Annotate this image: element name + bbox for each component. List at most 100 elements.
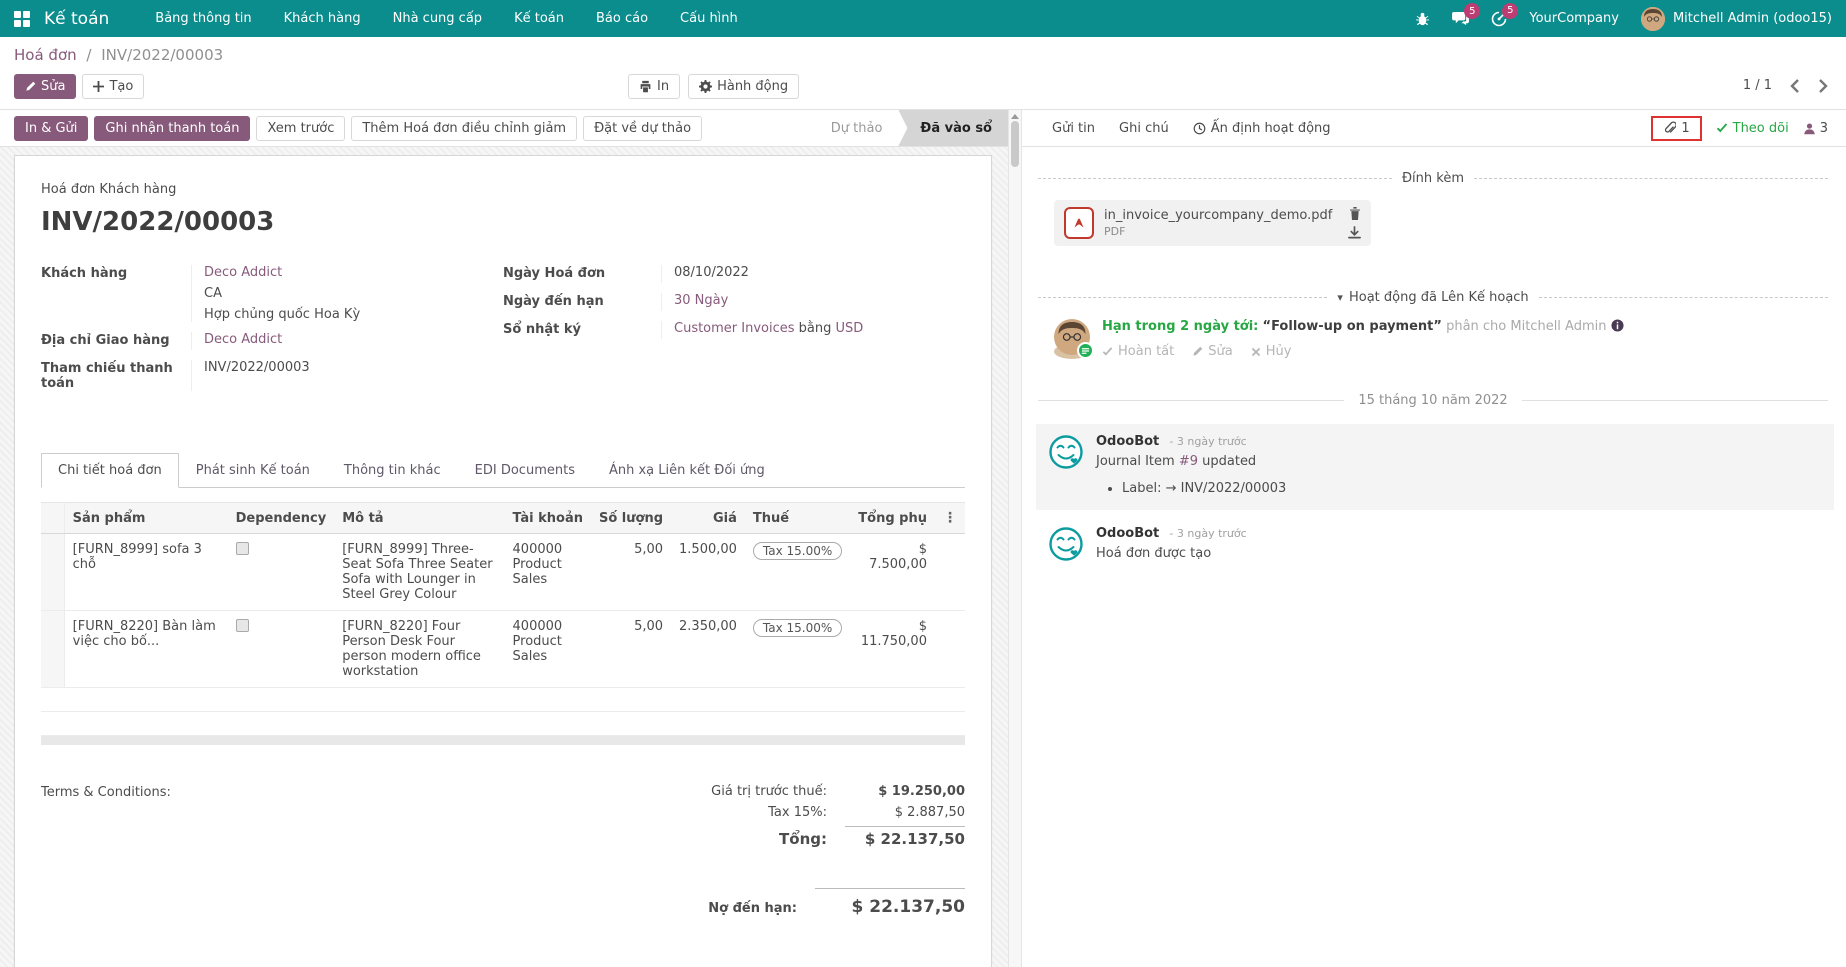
check-icon	[1716, 123, 1728, 134]
due-date-label: Ngày đến hạn	[503, 293, 661, 311]
activity-cancel-button[interactable]: Hủy	[1251, 344, 1292, 359]
nav-menu-item[interactable]: Báo cáo	[580, 0, 664, 37]
nav-menu-item[interactable]: Khách hàng	[268, 0, 377, 37]
activity-edit-button[interactable]: Sửa	[1192, 344, 1232, 359]
followers-button[interactable]: 3	[1803, 121, 1828, 136]
follow-button[interactable]: Theo dõi	[1716, 121, 1789, 136]
customer-label: Khách hàng	[41, 265, 191, 322]
journal-link[interactable]: Customer Invoices	[674, 321, 795, 336]
app-name[interactable]: Kế toán	[44, 9, 109, 29]
cell-dependency	[228, 534, 335, 611]
form-scrollbar[interactable]	[1008, 110, 1022, 967]
top-navbar: Kế toán Bảng thông tinKhách hàngNhà cung…	[0, 0, 1846, 37]
cell-quantity: 5,00	[591, 611, 671, 688]
attachment-filename[interactable]: in_invoice_yourcompany_demo.pdf	[1104, 208, 1332, 223]
cell-quantity: 5,00	[591, 534, 671, 611]
date-divider: 15 tháng 10 năm 2022	[1038, 393, 1828, 408]
optional-columns-icon[interactable]: ⋮	[943, 510, 957, 526]
untaxed-value: $ 19.250,00	[845, 784, 965, 799]
statusbar-button[interactable]: Ghi nhận thanh toán	[94, 116, 250, 141]
message-author[interactable]: OdooBot	[1096, 434, 1159, 449]
clock-icon	[1193, 122, 1206, 135]
messages-badge: 5	[1464, 3, 1480, 19]
action-button[interactable]: Hành động	[688, 74, 799, 99]
statusbar-button[interactable]: In & Gửi	[14, 116, 88, 141]
messages-icon[interactable]: 5	[1452, 11, 1469, 26]
attachment-type: PDF	[1104, 225, 1332, 238]
customer-country: Hợp chủng quốc Hoa Kỳ	[204, 307, 503, 322]
user-name: Mitchell Admin (odoo15)	[1673, 11, 1832, 26]
statusbar-button[interactable]: Xem trước	[256, 116, 345, 141]
chatter-panel: Gửi tin Ghi chú Ấn định hoạt động 1 Theo…	[1022, 110, 1846, 967]
nav-menu-item[interactable]: Bảng thông tin	[139, 0, 267, 37]
message: OdooBot - 3 ngày trước Journal Item #9 u…	[1036, 424, 1834, 510]
cell-price: 1.500,00	[671, 534, 745, 611]
statusbar-button[interactable]: Thêm Hoá đơn điều chỉnh giảm	[351, 116, 577, 141]
invoice-date-label: Ngày Hoá đơn	[503, 265, 661, 283]
log-note-button[interactable]: Ghi chú	[1109, 117, 1179, 140]
nav-menu-item[interactable]: Cấu hình	[664, 0, 754, 37]
print-button[interactable]: In	[628, 74, 680, 99]
journal-item-link[interactable]: #9	[1179, 454, 1198, 469]
tab-4[interactable]: Ánh xạ Liên kết Đối ứng	[592, 453, 782, 488]
tab-0[interactable]: Chi tiết hoá đơn	[41, 453, 179, 488]
message-tracking-value: Label: → INV/2022/00003	[1122, 481, 1286, 496]
invoice-date-value: 08/10/2022	[661, 265, 965, 283]
col-account: Tài khoản	[505, 503, 591, 534]
customer-link[interactable]: Deco Addict	[204, 265, 282, 280]
pdf-file-icon	[1064, 207, 1094, 239]
activity-done-button[interactable]: Hoàn tất	[1102, 344, 1174, 359]
delete-attachment-icon[interactable]	[1349, 207, 1361, 220]
col-quantity: Số lượng	[591, 503, 671, 534]
dependency-checkbox[interactable]	[236, 542, 249, 555]
close-icon	[1251, 347, 1261, 357]
delivery-address-link[interactable]: Deco Addict	[204, 332, 282, 347]
tab-1[interactable]: Phát sinh Kế toán	[179, 453, 327, 488]
payment-reference-value: INV/2022/00003	[191, 360, 503, 391]
edit-button[interactable]: Sửa	[14, 74, 76, 99]
total-label: Tổng:	[779, 830, 827, 848]
attachment-card[interactable]: in_invoice_yourcompany_demo.pdf PDF	[1054, 200, 1371, 246]
nav-menu-item[interactable]: Nhà cung cấp	[377, 0, 498, 37]
apps-grid-icon[interactable]	[14, 11, 30, 27]
cell-product: [FURN_8220] Bàn làm việc cho bố...	[64, 611, 228, 688]
attachments-section-title: Đính kèm	[1038, 171, 1828, 186]
activity-info-icon[interactable]	[1611, 319, 1624, 332]
send-message-button[interactable]: Gửi tin	[1042, 117, 1105, 140]
scrollbar-up-icon[interactable]	[1011, 114, 1019, 119]
message-body: Hoá đơn được tạo	[1096, 546, 1247, 561]
nav-menu-item[interactable]: Kế toán	[498, 0, 580, 37]
create-button[interactable]: Tạo	[82, 74, 144, 99]
message-author[interactable]: OdooBot	[1096, 526, 1159, 541]
col-description: Mô tả	[334, 503, 504, 534]
cell-product: [FURN_8999] sofa 3 chỗ	[64, 534, 228, 611]
currency-link[interactable]: USD	[836, 321, 864, 336]
col-tax: Thuế	[745, 503, 850, 534]
attachments-button[interactable]: 1	[1651, 116, 1701, 141]
dependency-checkbox[interactable]	[236, 619, 249, 632]
activity-assigned: phân cho Mitchell Admin	[1446, 319, 1606, 334]
activities-icon[interactable]: 5	[1491, 11, 1507, 27]
company-switcher[interactable]: YourCompany	[1529, 11, 1619, 26]
download-attachment-icon[interactable]	[1348, 226, 1361, 239]
planned-activities-section-title[interactable]: ▾ Hoạt động đã Lên Kế hoạch	[1038, 290, 1828, 305]
followers-count: 3	[1820, 121, 1828, 136]
breadcrumb-parent-link[interactable]: Hoá đơn	[14, 46, 77, 64]
row-handle[interactable]	[41, 534, 64, 611]
statusbar-button[interactable]: Đặt về dự thảo	[583, 116, 702, 141]
scrollbar-thumb[interactable]	[1011, 121, 1019, 167]
user-menu[interactable]: Mitchell Admin (odoo15)	[1641, 7, 1832, 31]
statusbar-state[interactable]: Dự thảo	[815, 110, 899, 146]
terms-label: Terms & Conditions:	[41, 781, 645, 920]
payment-terms-link[interactable]: 30 Ngày	[674, 293, 728, 308]
row-handle[interactable]	[41, 611, 64, 688]
pager-previous-icon[interactable]	[1790, 79, 1800, 93]
pager-next-icon[interactable]	[1818, 79, 1828, 93]
cell-description: [FURN_8220] Four Person Desk Four person…	[334, 611, 504, 688]
nav-menu: Bảng thông tinKhách hàngNhà cung cấpKế t…	[139, 0, 754, 37]
schedule-activity-button[interactable]: Ấn định hoạt động	[1183, 117, 1341, 140]
tab-3[interactable]: EDI Documents	[458, 453, 592, 488]
debug-bug-icon[interactable]	[1415, 11, 1430, 26]
statusbar-state[interactable]: Đã vào sổ	[898, 110, 1008, 146]
tab-2[interactable]: Thông tin khác	[327, 453, 458, 488]
